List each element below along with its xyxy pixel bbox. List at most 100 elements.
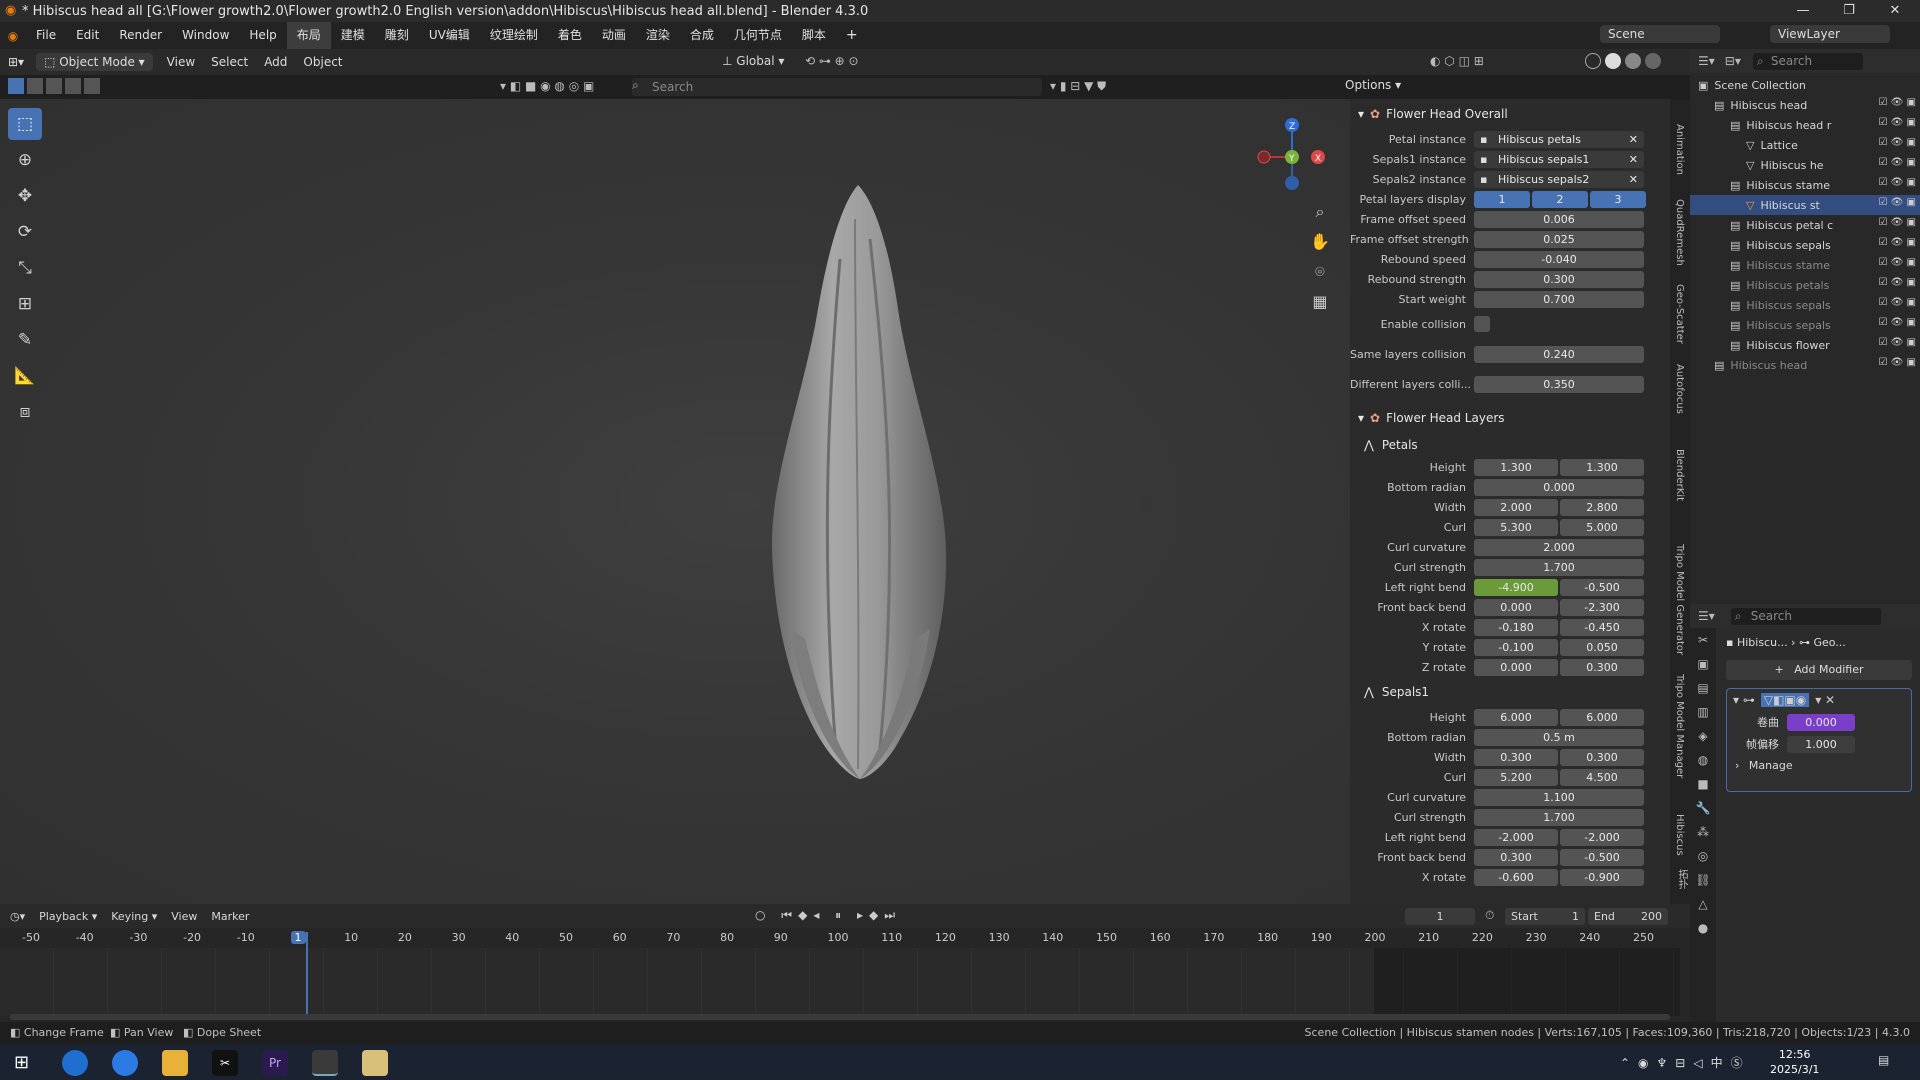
windows-start-icon[interactable]: ⊞ xyxy=(14,1052,29,1073)
value-field[interactable]: 0.240 xyxy=(1474,345,1644,363)
world-tab-icon[interactable]: ◍ xyxy=(1690,748,1716,772)
tool-tab-icon[interactable]: ✂ xyxy=(1690,628,1716,652)
cursor-icon[interactable]: ⊕ xyxy=(8,144,42,176)
collision-checkbox[interactable] xyxy=(1474,316,1490,332)
visibility-toggles[interactable]: ☑ 👁 ▣ xyxy=(1879,277,1916,288)
value-field-a[interactable]: -0.600 xyxy=(1474,868,1558,886)
editor-type-icon[interactable]: ⊞▾ xyxy=(0,55,32,69)
menu-item[interactable]: 雕刻 xyxy=(375,22,419,49)
premiere-icon[interactable]: Pr xyxy=(262,1050,288,1076)
value-field[interactable]: 0.300 xyxy=(1474,270,1644,288)
select-mode-buttons[interactable] xyxy=(8,78,100,94)
material-tab-icon[interactable]: ● xyxy=(1690,916,1716,940)
orientation-dropdown[interactable]: ⊥ Global ▾ xyxy=(722,54,784,68)
outliner-row[interactable]: ▽ Hibiscus he ☑ 👁 ▣ xyxy=(1690,155,1920,175)
curl-field[interactable]: 0.000 xyxy=(1787,713,1855,731)
move-icon[interactable]: ✥ xyxy=(8,180,42,212)
transform-icon[interactable]: ⊞ xyxy=(8,288,42,320)
menu-item[interactable]: Help xyxy=(239,22,286,49)
constraints-tab-icon[interactable]: ⛓ xyxy=(1690,868,1716,892)
value-field-a[interactable]: -4.900 xyxy=(1474,578,1558,596)
layer-toggle[interactable]: 1 xyxy=(1474,190,1530,208)
output-tab-icon[interactable]: ▤ xyxy=(1690,676,1716,700)
value-field-a[interactable]: 5.200 xyxy=(1474,768,1558,786)
zoom-icon[interactable]: ⌕ xyxy=(1310,197,1330,227)
data-tab-icon[interactable]: △ xyxy=(1690,892,1716,916)
start-frame-field[interactable]: Start 1 xyxy=(1505,908,1585,925)
grid-icon[interactable]: ▦ xyxy=(1310,287,1330,317)
visibility-toggles[interactable]: ☑ 👁 ▣ xyxy=(1879,157,1916,168)
outliner-search[interactable]: ⌕ Search xyxy=(1752,52,1863,70)
outliner-row[interactable]: ▤ Hibiscus head ☑ 👁 ▣ xyxy=(1690,355,1920,375)
outliner-row[interactable]: ▤ Hibiscus stame ☑ 👁 ▣ xyxy=(1690,175,1920,195)
sidebar-tab[interactable]: Hibiscus xyxy=(1674,814,1685,856)
layer-toggle[interactable]: 2 xyxy=(1532,190,1588,208)
sidebar-tab[interactable]: 拓扑 xyxy=(1674,869,1689,889)
sidebar-tab[interactable]: Animation xyxy=(1674,124,1685,175)
rotate-icon[interactable]: ⟳ xyxy=(8,216,42,248)
value-field[interactable]: 1.700 xyxy=(1474,558,1644,576)
pivot-icon[interactable]: ⟲ ⊶ ⊕ ⊙ xyxy=(805,54,859,68)
object-tab-icon[interactable]: ■ xyxy=(1690,772,1716,796)
restore-icon[interactable]: ❐ xyxy=(1826,0,1872,22)
outliner-row[interactable]: ▤ Hibiscus sepals ☑ 👁 ▣ xyxy=(1690,295,1920,315)
visibility-toggles[interactable]: ☑ 👁 ▣ xyxy=(1879,317,1916,328)
object-menu[interactable]: Object xyxy=(295,55,350,69)
modifier-header[interactable]: ▾ ⊶ ▽◧▣◉ ▾ ✕ xyxy=(1727,689,1911,711)
visibility-toggles[interactable]: ☑ 👁 ▣ xyxy=(1879,197,1916,208)
value-field-a[interactable]: 6.000 xyxy=(1474,708,1558,726)
value-field[interactable]: 0.700 xyxy=(1474,290,1644,308)
minimize-icon[interactable]: — xyxy=(1780,0,1826,22)
outliner-row[interactable]: ▤ Hibiscus petals ☑ 👁 ▣ xyxy=(1690,275,1920,295)
value-field-b[interactable]: -0.900 xyxy=(1560,868,1644,886)
visibility-toggles[interactable]: ☑ 👁 ▣ xyxy=(1879,177,1916,188)
playback-menu[interactable]: Playback ▾ xyxy=(39,910,97,923)
sidebar-tab[interactable]: Tripo Model Manager xyxy=(1674,674,1685,778)
viewlayer-tab-icon[interactable]: ▥ xyxy=(1690,700,1716,724)
menu-item[interactable]: 建模 xyxy=(331,22,375,49)
overall-section-header[interactable]: ▾ ✿ Flower Head Overall xyxy=(1350,99,1670,129)
modifier-tab-icon[interactable]: 🔧 xyxy=(1690,796,1716,820)
manage-subpanel[interactable]: › Manage xyxy=(1727,759,1911,772)
instance-field[interactable]: ▪ Hibiscus sepals2 ✕ xyxy=(1474,170,1644,188)
shading-buttons[interactable] xyxy=(1585,53,1661,69)
viewport-search[interactable]: Search xyxy=(632,78,1042,96)
edge-browser-icon[interactable] xyxy=(62,1050,88,1076)
annotate-icon[interactable]: ✎ xyxy=(8,324,42,356)
value-field[interactable]: 1.700 xyxy=(1474,808,1644,826)
visibility-toggles[interactable]: ☑ 👁 ▣ xyxy=(1879,297,1916,308)
value-field-a[interactable]: -0.180 xyxy=(1474,618,1558,636)
options-dropdown[interactable]: Options ▾ xyxy=(1345,78,1401,92)
measure-icon[interactable]: 📐 xyxy=(8,360,42,392)
sidebar-tab[interactable]: BlenderKit xyxy=(1674,449,1685,501)
value-field-a[interactable]: 0.000 xyxy=(1474,598,1558,616)
close-icon[interactable]: ✕ xyxy=(1872,0,1918,22)
value-field-a[interactable]: 0.300 xyxy=(1474,848,1558,866)
value-field-a[interactable]: 0.300 xyxy=(1474,748,1558,766)
value-field[interactable]: -0.040 xyxy=(1474,250,1644,268)
value-field-b[interactable]: 0.050 xyxy=(1560,638,1644,656)
timeline-view-menu[interactable]: View xyxy=(171,910,197,923)
navigation-gizmo[interactable]: Y X Z xyxy=(1252,117,1332,197)
value-field-b[interactable]: -2.300 xyxy=(1560,598,1644,616)
value-field-b[interactable]: -0.450 xyxy=(1560,618,1644,636)
value-field[interactable]: 0.025 xyxy=(1474,230,1644,248)
clear-icon[interactable]: ✕ xyxy=(1629,151,1638,168)
menu-item[interactable]: Window xyxy=(172,22,239,49)
value-field-b[interactable]: 5.000 xyxy=(1560,518,1644,536)
value-field-a[interactable]: 1.300 xyxy=(1474,458,1558,476)
scene-selector[interactable]: Scene xyxy=(1600,25,1720,43)
visibility-toggles[interactable]: ☑ 👁 ▣ xyxy=(1879,117,1916,128)
outliner-row[interactable]: ▤ Hibiscus stame ☑ 👁 ▣ xyxy=(1690,255,1920,275)
clear-icon[interactable]: ✕ xyxy=(1629,131,1638,148)
system-tray-icons[interactable]: ⌃◉♆⊟◁中Ⓢ xyxy=(1620,1054,1751,1071)
camera-icon[interactable]: ⌾ xyxy=(1310,257,1330,287)
menu-item[interactable]: Render xyxy=(109,22,172,49)
wireframe-shading-icon[interactable] xyxy=(1585,53,1601,69)
flower-bud-model[interactable] xyxy=(760,179,960,799)
value-field[interactable]: 0.350 xyxy=(1474,375,1644,393)
bookmark-filter-icons[interactable]: ▾ ▮ ⊟ ▼ ⛊ xyxy=(1050,79,1106,94)
menu-item[interactable]: 脚本 xyxy=(792,22,836,49)
clear-icon[interactable]: ✕ xyxy=(1629,171,1638,188)
outliner-row[interactable]: ▤ Hibiscus petal c ☑ 👁 ▣ xyxy=(1690,215,1920,235)
